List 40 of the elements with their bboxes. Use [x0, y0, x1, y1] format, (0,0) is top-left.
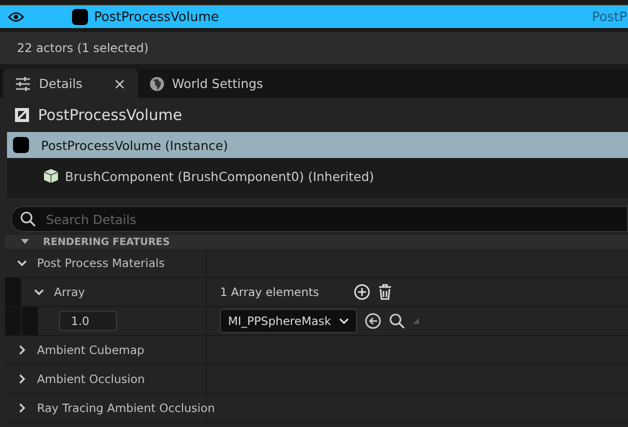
chevron-right-icon[interactable]: [17, 345, 27, 355]
actor-type: PostP: [592, 10, 628, 24]
chevron-down-icon[interactable]: [34, 287, 44, 297]
weight-field[interactable]: 1.0: [59, 311, 117, 331]
close-button[interactable]: ×: [113, 74, 126, 92]
cube-icon: [43, 168, 59, 184]
component-item[interactable]: PostProcessVolume (Instance): [7, 132, 628, 158]
chevron-right-icon[interactable]: [17, 403, 27, 413]
property-label: Ambient Occlusion: [37, 372, 145, 386]
resize-grip-icon[interactable]: [413, 318, 420, 324]
chevron-right-icon[interactable]: [17, 374, 27, 384]
property-label: Ray Tracing Ambient Occlusion: [37, 401, 215, 415]
category-header[interactable]: RENDERING FEATURES: [5, 235, 628, 249]
tab[interactable]: Details ×: [3, 69, 138, 98]
search-icon: [20, 211, 36, 227]
trash-icon[interactable]: [378, 284, 392, 300]
search-field[interactable]: Search Details: [11, 206, 628, 232]
caret-icon: [339, 318, 350, 324]
actor-icon: [72, 9, 88, 25]
globe-icon: [150, 76, 164, 90]
search-input[interactable]: Search Details: [44, 210, 627, 228]
tab[interactable]: World Settings: [138, 69, 276, 98]
volume-icon: [14, 107, 30, 123]
eye-icon[interactable]: [8, 12, 24, 22]
outliner-row[interactable]: PostProcessVolume PostP: [0, 5, 628, 28]
actor-title: PostProcessVolume: [38, 106, 182, 124]
property-label: Array: [54, 285, 85, 299]
actor-count: 22 actors (1 selected): [17, 41, 149, 55]
actor-icon: [13, 137, 29, 153]
sliders-icon: [15, 76, 31, 90]
actor-name: PostProcessVolume: [94, 10, 220, 24]
category-label: RENDERING FEATURES: [43, 236, 170, 248]
add-icon[interactable]: [354, 284, 370, 300]
chevron-down-icon[interactable]: [17, 258, 27, 268]
property-label: Post Process Materials: [37, 256, 165, 270]
search-icon[interactable]: [389, 313, 406, 329]
property-label: Ambient Cubemap: [37, 343, 144, 357]
asset-dropdown[interactable]: MI_PPSphereMask: [220, 309, 358, 333]
component-item[interactable]: BrushComponent (BrushComponent0) (Inherited): [7, 163, 628, 189]
array-count: 1 Array elements: [220, 285, 320, 299]
